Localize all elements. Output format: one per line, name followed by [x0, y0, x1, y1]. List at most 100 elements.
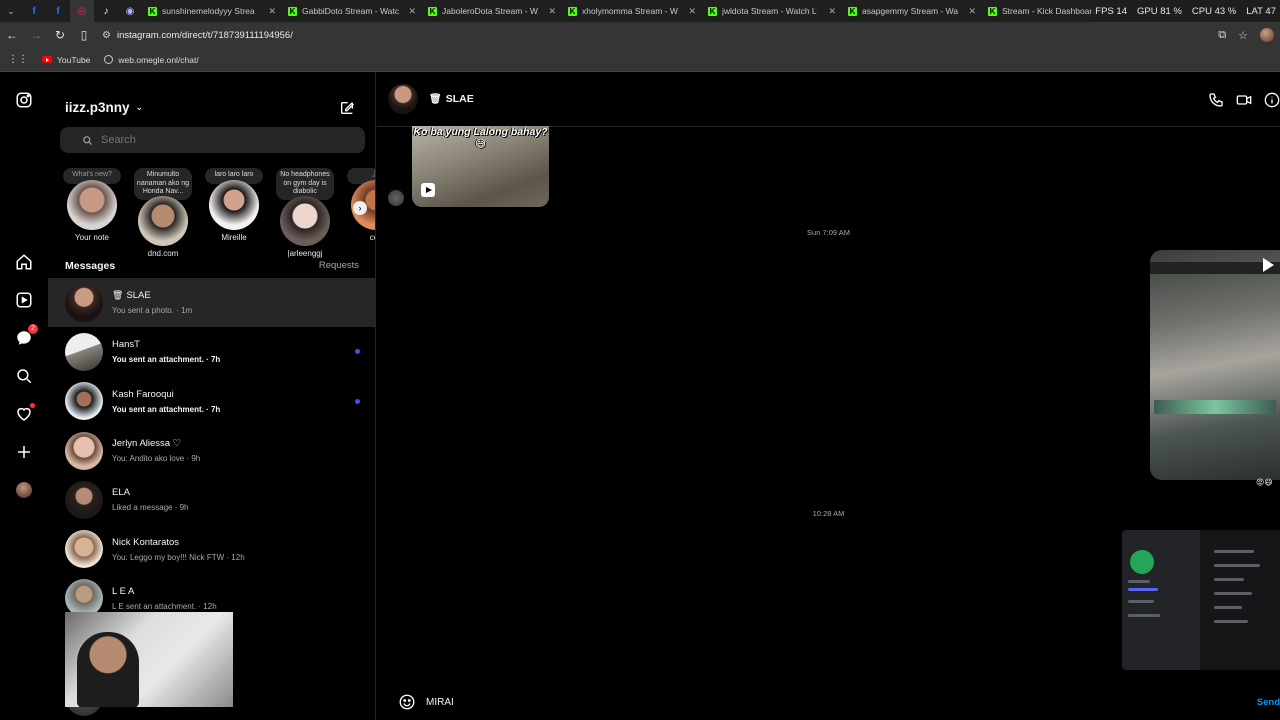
url-field[interactable]: ⚙ instagram.com/direct/t/718739111194956… [102, 25, 1218, 45]
note-item[interactable]: laro laro laro Mireille [202, 168, 266, 242]
close-tab-icon[interactable]: ✕ [828, 6, 836, 17]
note-item[interactable]: Minumulto nanaman ako ng Honda Nav... dnd… [131, 168, 195, 258]
conversation-avatar [65, 480, 103, 519]
message-input[interactable] [426, 696, 1257, 708]
note-name: dnd.com [147, 248, 179, 258]
browser-tab[interactable]: Ksunshinemelodyyy Strea ✕ [142, 0, 282, 22]
sender-avatar [388, 190, 404, 206]
close-tab-icon[interactable]: ✕ [408, 6, 416, 17]
conversation-title: ELA [112, 487, 189, 498]
close-tab-icon[interactable]: ✕ [548, 6, 556, 17]
close-tab-icon[interactable]: ✕ [268, 6, 276, 17]
conversation-row[interactable]: ELA Liked a message · 9h [48, 475, 375, 524]
profile-nav[interactable] [14, 480, 34, 500]
screenshot-line [1214, 620, 1248, 623]
screenshot-line [1214, 606, 1242, 609]
search-box[interactable] [60, 127, 365, 153]
instagram-tab-icon[interactable]: ◎ [70, 0, 94, 22]
compose-new-message-icon[interactable] [339, 100, 355, 116]
conversation-name: L E A [112, 585, 135, 597]
conversation-row[interactable]: 🗑 SLAE You sent a photo. · 1m [48, 278, 375, 328]
note-item[interactable]: What's new? Your note [60, 168, 124, 242]
conversation-row[interactable]: HansT You sent an attachment. · 7h [48, 327, 375, 376]
install-app-icon[interactable]: ⧉ [1218, 29, 1226, 42]
conversation-preview: You sent an attachment. · 7h [112, 404, 221, 414]
emoji-icon[interactable] [398, 693, 416, 711]
conversation-name: Nick Kontaratos [112, 536, 180, 548]
reload-icon[interactable]: ↻ [48, 22, 72, 48]
fps-readout: FPS 14 [1095, 5, 1127, 17]
shared-video-message[interactable] [1150, 250, 1280, 480]
account-switcher[interactable]: iizz.p3nny ⌄ [65, 100, 143, 115]
back-arrow-icon[interactable]: ← [0, 22, 24, 48]
trash-icon: 🗑 [112, 290, 124, 301]
browser-tab[interactable]: Kjwldota Stream - Watch L ✕ [702, 0, 842, 22]
account-username: iizz.p3nny [65, 100, 130, 115]
search-nav-icon[interactable] [14, 366, 34, 386]
close-tab-icon[interactable]: ✕ [968, 6, 976, 17]
message-reactions[interactable]: 😡😄 [1256, 478, 1273, 487]
profile-avatar [16, 482, 32, 498]
requests-link[interactable]: Requests [319, 260, 359, 271]
conversation-name: Kash Farooqui [112, 388, 174, 400]
tiktok-tab-icon[interactable]: ♪ [94, 0, 118, 22]
home-icon[interactable] [14, 252, 34, 272]
note-item[interactable]: No headphones on gym day is diabolic |arl… [273, 168, 337, 258]
search-icon [83, 135, 93, 145]
facebook-tab-icon-2[interactable]: f [46, 0, 70, 22]
apps-grid-icon[interactable]: ⋮⋮ [8, 54, 28, 65]
phone-call-icon[interactable] [1208, 92, 1224, 108]
shared-reel-thumbnail[interactable]: Ko ba yung Lalong bahay?😅 [412, 126, 549, 207]
create-plus-icon[interactable] [14, 442, 34, 462]
tab-title: GabbiDoto Stream - Watc [302, 6, 399, 16]
note-avatar [67, 180, 117, 230]
site-info-icon[interactable]: ⚙ [102, 30, 111, 41]
note-bubble: Minumulto nanaman ako ng Honda Nav... [134, 168, 192, 200]
video-play-icon [1263, 258, 1274, 272]
webcam-overlay [65, 612, 233, 707]
messages-heading: Messages [65, 260, 116, 272]
bookmark-star-icon[interactable]: ☆ [1238, 29, 1248, 42]
split-view-icon[interactable]: ▯ [72, 22, 96, 48]
browser-tab[interactable]: K GabbiDoto Stream - Watc ✕ [282, 0, 422, 22]
chat-title[interactable]: 🗑 SLAE [429, 93, 474, 105]
timestamp: 10:28 AM [812, 509, 845, 518]
send-button[interactable]: Send [1257, 697, 1280, 708]
info-icon[interactable] [1264, 92, 1280, 108]
unread-dot [355, 349, 360, 355]
bookmark-label: web.omegle.onl/chat/ [118, 54, 199, 65]
conversation-preview: You: Andito ako love · 9h [112, 454, 201, 464]
conversation-title: HansT [112, 339, 220, 350]
conversation-preview: You: Leggo my boy!!! Nick FTW · 12h [112, 552, 245, 562]
conversation-row[interactable]: Nick Kontaratos You: Leggo my boy!!! Nick… [48, 524, 375, 573]
conversation-row[interactable]: Kash Farooqui You sent an attachment. · 7… [48, 377, 375, 426]
bookmark-label: YouTube [57, 54, 91, 65]
notifications-heart-icon[interactable] [14, 403, 35, 424]
bookmark-omegle[interactable]: web.omegle.onl/chat/ [104, 54, 199, 65]
kick-icon: K [288, 6, 297, 16]
left-nav-rail: 2 [0, 72, 48, 720]
close-tab-icon[interactable]: ✕ [688, 6, 696, 17]
forward-arrow-icon[interactable]: → [24, 22, 48, 48]
chat-title-text: SLAE [445, 93, 474, 105]
chat-avatar[interactable] [388, 84, 418, 114]
tab-search-icon[interactable]: ⌄ [0, 6, 22, 17]
instagram-logo-icon[interactable] [14, 90, 34, 110]
shared-screenshot-message[interactable] [1122, 530, 1280, 670]
browser-tab[interactable]: Kxholymomma Stream - W ✕ [562, 0, 702, 22]
notes-scroll-right-icon[interactable]: › [353, 201, 367, 215]
browser-profile-avatar[interactable] [1260, 28, 1274, 42]
facebook-tab-icon[interactable]: f [22, 0, 46, 22]
screenshot-line [1128, 580, 1150, 583]
conversation-preview: You sent an attachment. · 7h [112, 355, 221, 365]
conversation-row[interactable]: Jerlyn Aliessa ♡ You: Andito ako love · 9… [48, 426, 375, 475]
notes-tray: What's new? Your note Minumulto nanaman ak… [48, 168, 375, 258]
browser-tab[interactable]: Kasapgemmy Stream - Wa ✕ [842, 0, 982, 22]
video-call-icon[interactable] [1236, 92, 1252, 108]
messenger-tab-icon[interactable]: ◉ [118, 0, 142, 22]
messages-icon[interactable]: 2 [14, 324, 38, 348]
search-input[interactable] [101, 134, 301, 146]
bookmark-youtube[interactable]: YouTube [42, 55, 90, 65]
browser-tab[interactable]: K JaboleroDota Stream - W ✕ [422, 0, 562, 22]
reels-icon[interactable] [14, 290, 34, 310]
